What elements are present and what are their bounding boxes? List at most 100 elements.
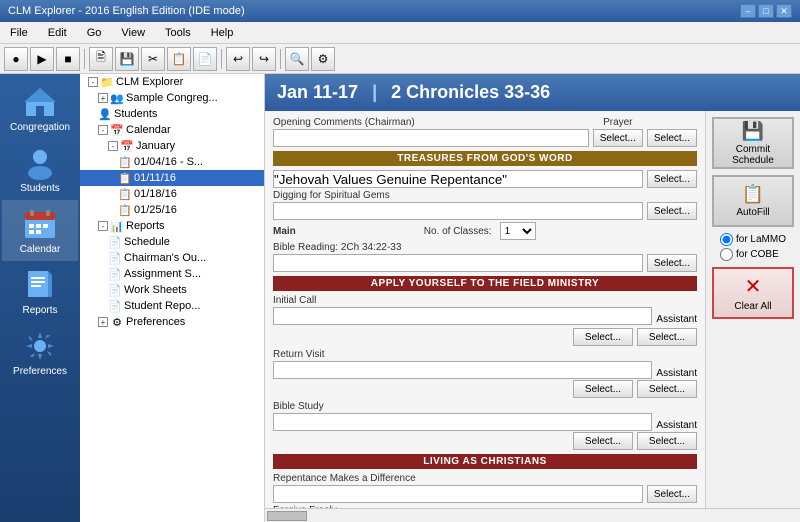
tree-january-label: January <box>136 140 175 152</box>
opening-comments-input[interactable] <box>273 129 589 147</box>
expand-january[interactable]: - <box>108 141 118 151</box>
toolbar-btn-2[interactable]: ▶ <box>30 47 54 71</box>
radio-cobe-input[interactable] <box>720 248 733 261</box>
repentance-input[interactable] <box>273 485 643 503</box>
bible-study-input[interactable] <box>273 413 652 431</box>
radio-lammo[interactable]: for LaMMO <box>720 233 786 246</box>
radio-lammo-input[interactable] <box>720 233 733 246</box>
expand-calendar[interactable]: - <box>98 125 108 135</box>
tree-calendar-label: Calendar <box>126 124 171 136</box>
expand-reports[interactable]: - <box>98 221 108 231</box>
no-classes-label: No. of Classes: <box>424 226 492 237</box>
nav-preferences[interactable]: Preferences <box>2 322 78 383</box>
horizontal-scrollbar[interactable] <box>265 508 800 522</box>
menu-file[interactable]: File <box>4 25 34 41</box>
repentance-select-btn[interactable]: Select... <box>647 485 697 503</box>
tree-week-jan4[interactable]: 📋 01/04/16 - S... <box>80 154 264 170</box>
tree-preferences[interactable]: + ⚙ Preferences <box>80 314 264 330</box>
no-classes-select[interactable]: 1 2 <box>500 222 536 240</box>
tree-clm-explorer[interactable]: - 📁 CLM Explorer <box>80 74 264 90</box>
tree-chairmans-label: Chairman's Ou... <box>124 252 206 264</box>
main-label: Main <box>273 226 296 237</box>
bible-study-select-btn[interactable]: Select... <box>573 432 633 450</box>
title-bar-title: CLM Explorer - 2016 English Edition (IDE… <box>8 5 740 17</box>
toolbar-btn-1[interactable]: ● <box>4 47 28 71</box>
nav-students[interactable]: Students <box>2 139 78 200</box>
bible-reading-select-btn[interactable]: Select... <box>647 254 697 272</box>
commit-schedule-button[interactable]: 💾 Commit Schedule <box>712 117 794 169</box>
tree-week-jan25-label: 01/25/16 <box>134 204 177 216</box>
autofill-button[interactable]: 📋 AutoFill <box>712 175 794 227</box>
toolbar-btn-9[interactable]: ↩ <box>226 47 250 71</box>
tree-work-sheets[interactable]: 📄 Work Sheets <box>80 282 264 298</box>
worksheets-icon: 📄 <box>108 283 122 297</box>
expand-preferences[interactable]: + <box>98 317 108 327</box>
tree-students[interactable]: 👤 Students <box>80 106 264 122</box>
talk-input[interactable] <box>273 170 643 188</box>
reports-tree-icon: 📊 <box>110 219 124 233</box>
toolbar-btn-3[interactable]: ■ <box>56 47 80 71</box>
bible-reading-input[interactable] <box>273 254 643 272</box>
toolbar-btn-4[interactable]: 🖹 <box>89 47 113 71</box>
digging-input[interactable] <box>273 202 643 220</box>
initial-call-select-btn[interactable]: Select... <box>573 328 633 346</box>
toolbar-btn-8[interactable]: 📄 <box>193 47 217 71</box>
expand-congregation[interactable]: + <box>98 93 108 103</box>
radio-cobe[interactable]: for COBE <box>720 248 786 261</box>
tree-reports[interactable]: - 📊 Reports <box>80 218 264 234</box>
tree-work-sheets-label: Work Sheets <box>124 284 187 296</box>
return-visit-select-btn[interactable]: Select... <box>573 380 633 398</box>
nav-reports[interactable]: Reports <box>2 261 78 322</box>
clear-all-button[interactable]: ✕ Clear All <box>712 267 794 319</box>
initial-call-assistant-label: Assistant <box>656 314 697 325</box>
return-visit-input[interactable] <box>273 361 652 379</box>
commit-label: Commit Schedule <box>714 144 792 166</box>
tree-week-jan4-label: 01/04/16 - S... <box>134 156 203 168</box>
menu-view[interactable]: View <box>115 25 151 41</box>
toolbar-btn-7[interactable]: 📋 <box>167 47 191 71</box>
tree-student-reports[interactable]: 📄 Student Repo... <box>80 298 264 314</box>
initial-call-assistant-select-btn[interactable]: Select... <box>637 328 697 346</box>
menu-go[interactable]: Go <box>81 25 108 41</box>
minimize-button[interactable]: – <box>740 4 756 18</box>
autofill-radio-group: for LaMMO for COBE <box>720 233 786 261</box>
tree-week-jan18[interactable]: 📋 01/18/16 <box>80 186 264 202</box>
toolbar-btn-6[interactable]: ✂ <box>141 47 165 71</box>
digging-select-btn[interactable]: Select... <box>647 202 697 220</box>
title-bar: CLM Explorer - 2016 English Edition (IDE… <box>0 0 800 22</box>
menu-edit[interactable]: Edit <box>42 25 73 41</box>
bible-study-assistant-select-btn[interactable]: Select... <box>637 432 697 450</box>
talk-select-btn[interactable]: Select... <box>647 170 697 188</box>
nav-calendar[interactable]: Calendar <box>2 200 78 261</box>
content-body: Opening Comments (Chairman) Prayer Selec… <box>265 111 800 508</box>
tree-january[interactable]: - 📅 January <box>80 138 264 154</box>
close-button[interactable]: ✕ <box>776 4 792 18</box>
menu-tools[interactable]: Tools <box>159 25 197 41</box>
initial-call-input[interactable] <box>273 307 652 325</box>
nav-congregation[interactable]: Congregation <box>2 78 78 139</box>
toolbar-btn-5[interactable]: 💾 <box>115 47 139 71</box>
menu-help[interactable]: Help <box>205 25 240 41</box>
calendar-tree-icon: 📅 <box>110 123 124 137</box>
clm-icon: 📁 <box>100 75 114 89</box>
tree-week-jan11[interactable]: 📋 01/11/16 <box>80 170 264 186</box>
opening-select-btn[interactable]: Select... <box>647 129 697 147</box>
tree-congregation[interactable]: + 👥 Sample Congreg... <box>80 90 264 106</box>
toolbar-btn-10[interactable]: ↪ <box>252 47 276 71</box>
tree-calendar[interactable]: - 📅 Calendar <box>80 122 264 138</box>
toolbar-btn-11[interactable]: 🔍 <box>285 47 309 71</box>
expand-clm[interactable]: - <box>88 77 98 87</box>
tree-chairmans-outline[interactable]: 📄 Chairman's Ou... <box>80 250 264 266</box>
digging-label: Digging for Spiritual Gems <box>273 190 697 201</box>
scrollbar-thumb[interactable] <box>267 511 307 521</box>
return-visit-assistant-select-btn[interactable]: Select... <box>637 380 697 398</box>
tree-week-jan11-label: 01/11/16 <box>134 172 176 184</box>
maximize-button[interactable]: □ <box>758 4 774 18</box>
toolbar-btn-12[interactable]: ⚙ <box>311 47 335 71</box>
congregation-icon <box>22 84 58 120</box>
clear-icon: ✕ <box>745 274 762 299</box>
prayer-select-btn-top[interactable]: Select... <box>593 129 643 147</box>
tree-assignment-s[interactable]: 📄 Assignment S... <box>80 266 264 282</box>
tree-week-jan25[interactable]: 📋 01/25/16 <box>80 202 264 218</box>
tree-schedule[interactable]: 📄 Schedule <box>80 234 264 250</box>
